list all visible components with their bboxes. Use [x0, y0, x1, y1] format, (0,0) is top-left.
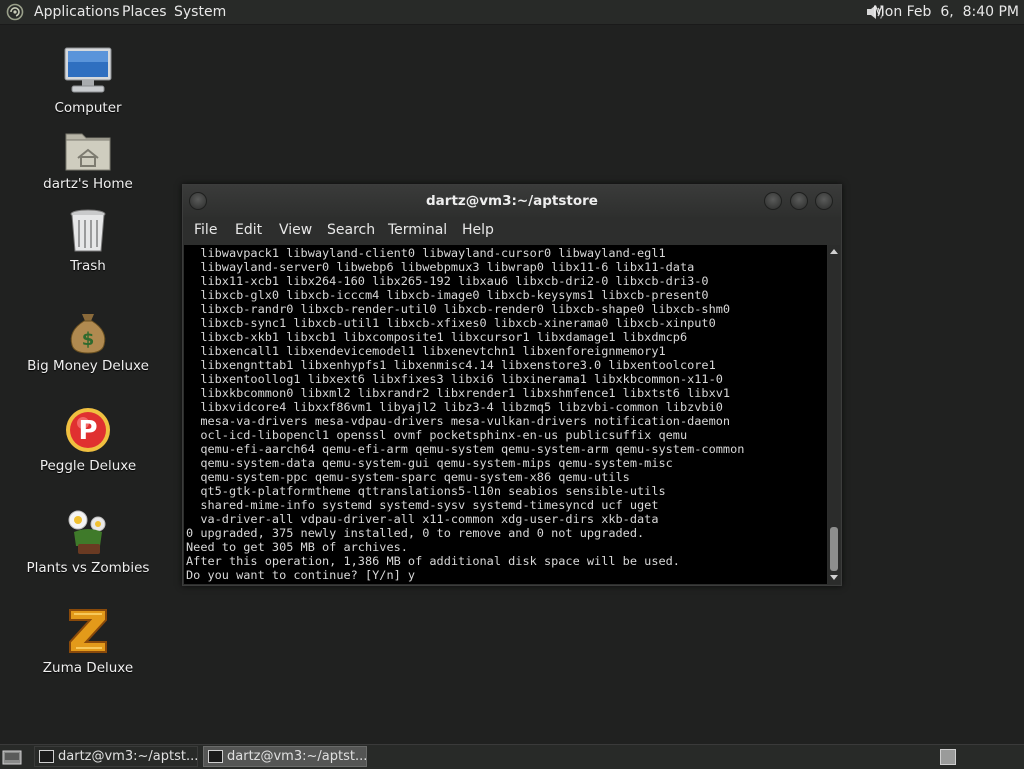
- svg-text:$: $: [82, 329, 95, 350]
- plants-vs-zombies-icon: [68, 510, 106, 554]
- terminal-line: libxcb-randr0 libxcb-render-util0 libxcb…: [186, 302, 731, 316]
- desktop-icon-label: Big Money Deluxe: [27, 358, 149, 374]
- terminal-line: va-driver-all vdpau-driver-all x11-commo…: [186, 512, 659, 526]
- workspace-switcher-icon[interactable]: [940, 749, 956, 765]
- svg-text:P: P: [78, 416, 97, 446]
- terminal-app-icon: [208, 750, 223, 763]
- desktop-icon-home[interactable]: dartz's Home: [18, 128, 158, 192]
- desktop-icon-zuma[interactable]: Zuma Deluxe: [18, 606, 158, 676]
- taskbar-task-active[interactable]: dartz@vm3:~/aptst...: [203, 746, 367, 767]
- terminal-line: libwavpack1 libwayland-client0 libwaylan…: [186, 246, 666, 260]
- desktop-icon-label: dartz's Home: [43, 176, 133, 192]
- desktop-icon-label: Plants vs Zombies: [26, 560, 150, 576]
- top-panel: Applications Places System Mon Feb 6, 8:…: [0, 0, 1024, 25]
- home-folder-icon: [65, 133, 111, 171]
- scroll-up-arrow-icon[interactable]: [830, 249, 838, 254]
- taskbar-task-label: dartz@vm3:~/aptst...: [58, 749, 199, 764]
- terminal-line: 0 upgraded, 375 newly installed, 0 to re…: [186, 526, 645, 540]
- terminal-line: qemu-system-data qemu-system-gui qemu-sy…: [186, 456, 673, 470]
- terminal-scrollbar[interactable]: [828, 245, 840, 584]
- terminal-line: Do you want to continue? [Y/n] y: [186, 568, 416, 582]
- window-title: dartz@vm3:~/aptstore: [426, 193, 598, 209]
- taskbar-task-label: dartz@vm3:~/aptst...: [227, 749, 368, 764]
- bottom-panel: dartz@vm3:~/aptst... dartz@vm3:~/aptst..…: [0, 744, 1024, 769]
- desktop-icon-peggle[interactable]: P Peggle Deluxe: [18, 406, 158, 474]
- terminal-app-icon: [39, 750, 54, 763]
- trash-icon: [70, 209, 106, 252]
- terminal-line: qemu-system-ppc qemu-system-sparc qemu-s…: [186, 470, 630, 484]
- distro-logo-icon[interactable]: [6, 3, 24, 21]
- computer-icon: [64, 47, 112, 93]
- terminal-line: libxkbcommon0 libxml2 libxrandr2 libxren…: [186, 386, 731, 400]
- menu-search[interactable]: Search: [327, 222, 375, 238]
- desktop-icon-label: Trash: [70, 258, 106, 274]
- desktop-icon-computer[interactable]: Computer: [18, 46, 158, 116]
- terminal-line: libxvidcore4 libxxf86vm1 libyajl2 libz3-…: [186, 400, 723, 414]
- close-icon[interactable]: [815, 192, 833, 210]
- scroll-down-arrow-icon[interactable]: [830, 575, 838, 580]
- terminal-line: libwayland-server0 libwebp6 libwebpmux3 …: [186, 260, 695, 274]
- scrollbar-thumb[interactable]: [830, 527, 838, 571]
- terminal-window[interactable]: dartz@vm3:~/aptstore File Edit View Sear…: [182, 184, 842, 586]
- menu-terminal[interactable]: Terminal: [388, 222, 447, 238]
- maximize-icon[interactable]: [790, 192, 808, 210]
- desktop-icon-big-money[interactable]: $ Big Money Deluxe: [18, 310, 158, 374]
- menu-file[interactable]: File: [194, 222, 217, 238]
- terminal-line: qemu-efi-aarch64 qemu-efi-arm qemu-syste…: [186, 442, 745, 456]
- terminal-menubar: File Edit View Search Terminal Help: [183, 218, 841, 244]
- terminal-line: libxengnttab1 libxenhypfs1 libxenmisc4.1…: [186, 358, 716, 372]
- show-desktop-icon[interactable]: [2, 748, 22, 766]
- terminal-line: shared-mime-info systemd systemd-sysv sy…: [186, 498, 659, 512]
- terminal-line: mesa-va-drivers mesa-vdpau-drivers mesa-…: [186, 414, 731, 428]
- menu-system[interactable]: System: [174, 4, 226, 20]
- menu-view[interactable]: View: [279, 222, 312, 238]
- money-bag-icon: $: [70, 314, 106, 354]
- terminal-line: libxcb-glx0 libxcb-icccm4 libxcb-image0 …: [186, 288, 709, 302]
- menu-help[interactable]: Help: [462, 222, 494, 238]
- clock[interactable]: Mon Feb 6, 8:40 PM: [873, 4, 1019, 20]
- terminal-line: libxcb-xkb1 libxcb1 libxcomposite1 libxc…: [186, 330, 688, 344]
- minimize-icon[interactable]: [764, 192, 782, 210]
- terminal-line: Need to get 305 MB of archives.: [186, 540, 408, 554]
- menu-applications[interactable]: Applications: [34, 4, 120, 20]
- terminal-output: libwavpack1 libwayland-client0 libwaylan…: [184, 246, 744, 582]
- desktop-icon-label: Computer: [54, 100, 122, 116]
- menu-edit[interactable]: Edit: [235, 222, 262, 238]
- desktop-icon-trash[interactable]: Trash: [18, 208, 158, 274]
- peggle-icon: P: [66, 408, 110, 452]
- menu-places[interactable]: Places: [122, 4, 167, 20]
- desktop-icon-label: Peggle Deluxe: [39, 458, 137, 474]
- terminal-line: After this operation, 1,386 MB of additi…: [186, 554, 680, 568]
- zuma-icon: [69, 609, 107, 653]
- desktop-icon-label: Zuma Deluxe: [42, 660, 134, 676]
- terminal-line: libxentoollog1 libxext6 libxfixes3 libxi…: [186, 372, 723, 386]
- terminal-line: libxencall1 libxendevicemodel1 libxenevt…: [186, 344, 666, 358]
- terminal-line: ocl-icd-libopencl1 openssl ovmf pocketsp…: [186, 428, 688, 442]
- window-titlebar[interactable]: dartz@vm3:~/aptstore: [183, 185, 841, 217]
- terminal-line: libx11-xcb1 libx264-160 libx265-192 libx…: [186, 274, 709, 288]
- desktop-icon-pvz[interactable]: Plants vs Zombies: [18, 506, 158, 576]
- taskbar-task[interactable]: dartz@vm3:~/aptst...: [34, 746, 198, 767]
- terminal-line: libxcb-sync1 libxcb-util1 libxcb-xfixes0…: [186, 316, 716, 330]
- terminal-line: qt5-gtk-platformtheme qttranslations5-l1…: [186, 484, 666, 498]
- terminal-output-area[interactable]: libwavpack1 libwayland-client0 libwaylan…: [184, 245, 827, 584]
